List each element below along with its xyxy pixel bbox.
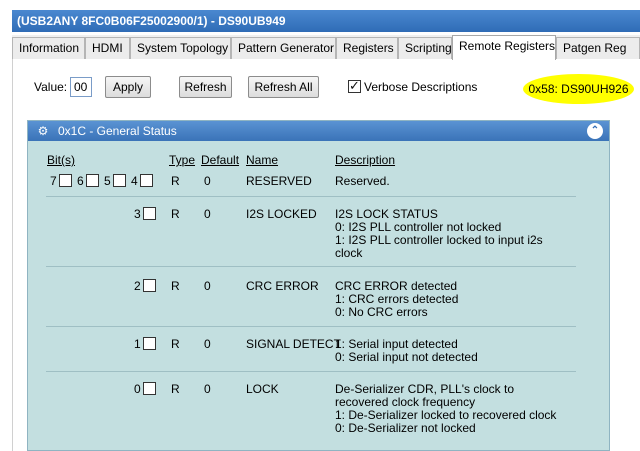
- tab-scripting[interactable]: Scripting: [398, 37, 452, 59]
- bit-number: 6: [77, 174, 84, 188]
- bit-number: 1: [134, 337, 141, 351]
- name-cell: RESERVED: [246, 174, 312, 188]
- bit-number: 5: [104, 174, 111, 188]
- refresh-button[interactable]: Refresh: [179, 76, 232, 98]
- default-cell: 0: [204, 207, 211, 221]
- value-label: Value:: [34, 80, 68, 94]
- bit-number: 7: [50, 174, 57, 188]
- tab-pattern-generator[interactable]: Pattern Generator: [231, 37, 336, 59]
- tab-remote-registers[interactable]: Remote Registers: [452, 35, 556, 60]
- header-bits: Bit(s): [47, 153, 75, 167]
- tab-patgen-reg[interactable]: Patgen Reg: [556, 37, 640, 59]
- header-default: Default: [201, 153, 240, 167]
- bit-number: 2: [134, 279, 141, 293]
- bit-checkbox[interactable]: [143, 279, 156, 292]
- chevron-up-icon[interactable]: ⌃: [587, 123, 603, 139]
- panel-header[interactable]: ⚙ 0x1C - General Status ⌃: [28, 121, 609, 141]
- default-cell: 0: [204, 174, 211, 188]
- bit-number: 3: [134, 207, 141, 221]
- bit-checkbox[interactable]: [113, 174, 126, 187]
- tab-system-topology[interactable]: System Topology: [130, 37, 231, 59]
- description-line: clock: [335, 246, 363, 260]
- type-cell: R: [171, 337, 180, 351]
- bit-checkbox[interactable]: [143, 382, 156, 395]
- bit-checkbox[interactable]: [86, 174, 99, 187]
- bit-number: 4: [131, 174, 138, 188]
- header-name: Name: [246, 153, 279, 167]
- tab-strip: Information HDMI System Topology Pattern…: [12, 35, 640, 60]
- panel-title: 0x1C - General Status: [58, 124, 177, 138]
- tab-information[interactable]: Information: [12, 37, 85, 59]
- gear-icon: ⚙: [37, 124, 49, 138]
- register-panel: ⚙ 0x1C - General Status ⌃ Bit(s) Type De…: [27, 120, 610, 451]
- row-divider: [46, 371, 576, 372]
- description-line: 0: De-Serializer not locked: [335, 421, 476, 435]
- description-line: 0: No CRC errors: [335, 305, 428, 319]
- default-cell: 0: [204, 337, 211, 351]
- name-cell: CRC ERROR: [246, 279, 319, 293]
- row-divider: [46, 196, 576, 197]
- bit-checkbox[interactable]: [59, 174, 72, 187]
- type-cell: R: [171, 382, 180, 396]
- bit-number: 0: [134, 382, 141, 396]
- default-cell: 0: [204, 279, 211, 293]
- name-cell: SIGNAL DETECT: [246, 337, 341, 351]
- row-divider: [46, 266, 576, 267]
- verbose-descriptions-label: Verbose Descriptions: [364, 80, 478, 94]
- bit-checkbox[interactable]: [143, 337, 156, 350]
- default-cell: 0: [204, 382, 211, 396]
- header-description: Description: [335, 153, 396, 167]
- name-cell: I2S LOCKED: [246, 207, 317, 221]
- window-title: (USB2ANY 8FC0B06F25002900/1) - DS90UB949: [12, 10, 640, 32]
- device-badge: 0x58: DS90UH926: [523, 74, 634, 104]
- refresh-all-button[interactable]: Refresh All: [248, 76, 319, 98]
- header-type: Type: [169, 153, 196, 167]
- row-divider: [46, 326, 576, 327]
- bit-checkbox[interactable]: [143, 207, 156, 220]
- tab-registers[interactable]: Registers: [336, 37, 398, 59]
- name-cell: LOCK: [246, 382, 279, 396]
- value-input[interactable]: [70, 77, 92, 97]
- verbose-descriptions-checkbox[interactable]: [348, 78, 361, 94]
- type-cell: R: [171, 174, 180, 188]
- description-line: 0: Serial input not detected: [335, 350, 478, 364]
- type-cell: R: [171, 279, 180, 293]
- type-cell: R: [171, 207, 180, 221]
- apply-button[interactable]: Apply: [105, 76, 151, 98]
- bit-checkbox[interactable]: [140, 174, 153, 187]
- description-line: 1: I2S PLL controller locked to input i2…: [335, 233, 543, 247]
- tab-hdmi[interactable]: HDMI: [85, 37, 130, 59]
- description-line: Reserved.: [335, 174, 390, 188]
